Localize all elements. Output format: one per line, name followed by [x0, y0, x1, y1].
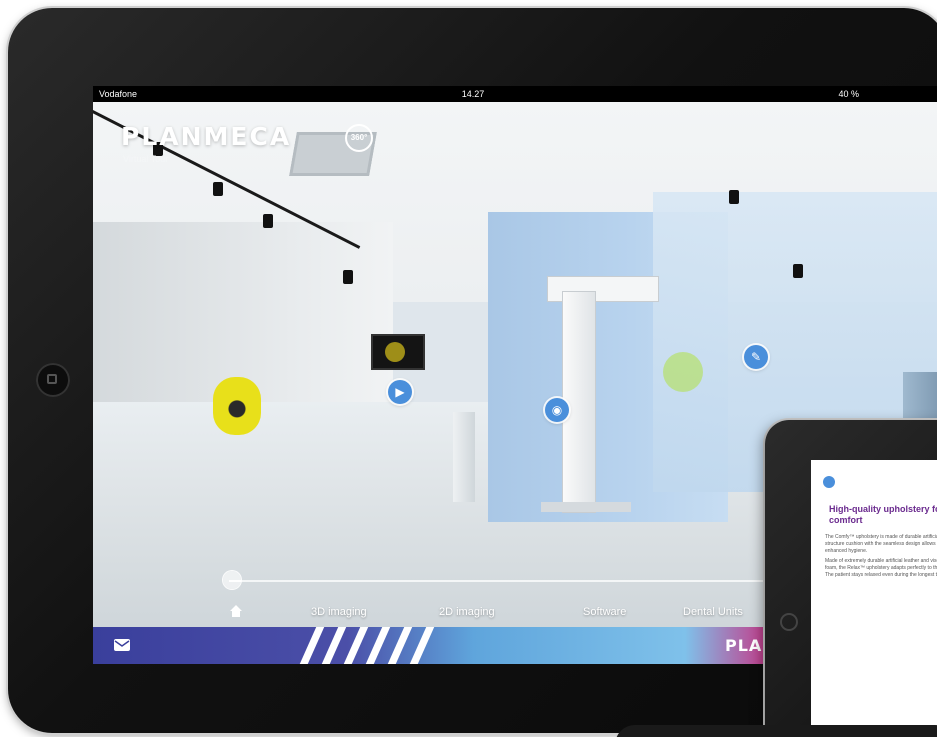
imaging-unit-base	[541, 502, 631, 512]
spotlight	[343, 270, 353, 284]
brand-logo: PLANMECA	[121, 122, 292, 151]
battery-label: 40 %	[838, 89, 859, 99]
tablet-body: The Comfy™ upholstery is made of durable…	[825, 534, 937, 582]
pillar	[453, 412, 475, 502]
imaging-unit-column	[563, 292, 595, 512]
home-button[interactable]	[36, 363, 70, 397]
stage: Vodafone 14.27 40 % ▶ ◉ ✎ PLANMECA 360° …	[0, 0, 937, 737]
spotlight	[729, 190, 739, 204]
tablet-title: High-quality upholstery for enduring com…	[829, 504, 937, 525]
stripe-decoration	[298, 627, 448, 664]
brand-subtitle: Virtual Tour	[123, 154, 169, 164]
display-monitor	[371, 334, 425, 370]
status-bar: Vodafone 14.27 40 %	[93, 86, 937, 102]
brand-badge: 360°	[345, 124, 373, 152]
info-icon: ◉	[551, 403, 563, 417]
progress-knob[interactable]	[223, 571, 241, 589]
secondary-home-button	[780, 613, 798, 631]
hotspot-play[interactable]: ▶	[388, 380, 412, 404]
plant	[663, 352, 703, 392]
secondary-screen: High-quality upholstery for enduring com…	[811, 460, 937, 728]
dental-xray-unit	[213, 377, 261, 435]
nav-item-software[interactable]: Software	[583, 606, 626, 618]
home-icon[interactable]	[229, 604, 243, 618]
third-device	[615, 725, 937, 737]
hotspot-info[interactable]: ◉	[545, 398, 569, 422]
clock-label: 14.27	[461, 89, 485, 99]
mail-icon[interactable]	[113, 638, 131, 652]
progress-track[interactable]	[229, 580, 829, 582]
spotlight	[263, 214, 273, 228]
secondary-tablet: High-quality upholstery for enduring com…	[765, 420, 937, 737]
play-icon: ▶	[395, 385, 405, 399]
tablet-info-icon	[823, 476, 835, 488]
tool-icon: ✎	[750, 350, 762, 364]
tablet-bullet: Made of extremely durable artificial lea…	[825, 558, 937, 578]
spotlight	[213, 182, 223, 196]
nav-item-3d-imaging[interactable]: 3D imaging	[311, 606, 367, 618]
nav-item-2d-imaging[interactable]: 2D imaging	[439, 606, 495, 618]
bottom-brand-logo: PLA	[725, 636, 763, 655]
nav-item-dental-units[interactable]: Dental Units	[683, 606, 743, 618]
hotspot-tool[interactable]: ✎	[744, 345, 768, 369]
spotlight	[793, 264, 803, 278]
tablet-bullet: The Comfy™ upholstery is made of durable…	[825, 534, 937, 554]
